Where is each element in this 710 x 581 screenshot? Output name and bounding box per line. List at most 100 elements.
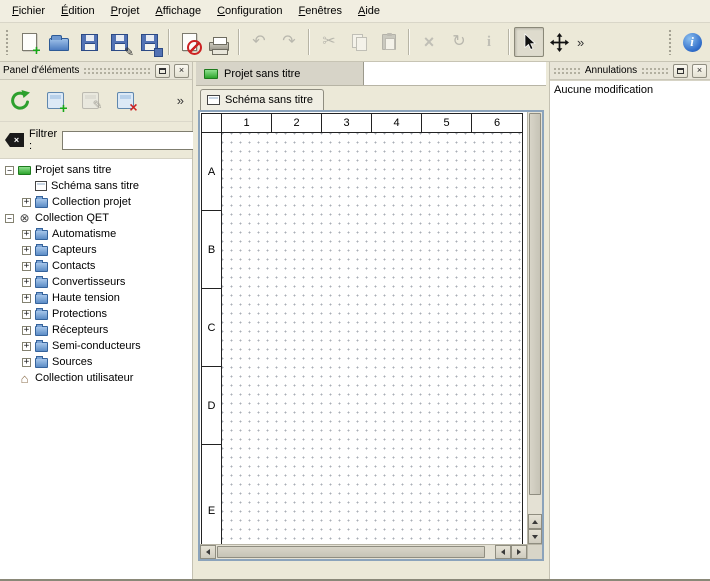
expand-icon[interactable] bbox=[22, 326, 31, 335]
menu-configuration[interactable]: Configuration bbox=[209, 1, 290, 21]
tree-item-convertisseurs[interactable]: Convertisseurs bbox=[0, 274, 192, 290]
collapse-icon[interactable] bbox=[5, 214, 14, 223]
undo-history-list[interactable]: Aucune modification bbox=[550, 80, 710, 579]
schema-tabbar: Schéma sans titre bbox=[198, 88, 544, 110]
row-header-b: B bbox=[202, 211, 222, 289]
expand-icon[interactable] bbox=[22, 310, 31, 319]
tree-item-collection-qet[interactable]: Collection QET bbox=[0, 210, 192, 226]
tree-item-collection-utilisateur[interactable]: Collection utilisateur bbox=[0, 370, 192, 386]
save-all-button[interactable] bbox=[134, 27, 164, 57]
row-header-d: D bbox=[202, 367, 222, 445]
undo-panel-titlebar[interactable]: Annulations × bbox=[550, 62, 710, 80]
scroll-left-button-2[interactable] bbox=[495, 545, 511, 559]
expand-icon[interactable] bbox=[22, 198, 31, 207]
filter-label: Filtrer : bbox=[29, 128, 57, 152]
toolbar-drag-handle[interactable] bbox=[668, 29, 673, 55]
toolbar-overflow-button[interactable]: » bbox=[574, 35, 587, 50]
tree-item-label: Convertisseurs bbox=[52, 276, 125, 288]
tree-item-schema-sans-titre[interactable]: Schéma sans titre bbox=[0, 178, 192, 194]
new-element-button[interactable] bbox=[40, 85, 70, 117]
vertical-scroll-thumb[interactable] bbox=[529, 113, 541, 495]
home-icon bbox=[18, 372, 31, 385]
tree-item-automatisme[interactable]: Automatisme bbox=[0, 226, 192, 242]
vertical-scrollbar[interactable] bbox=[527, 112, 542, 544]
tree-item-recepteurs[interactable]: Récepteurs bbox=[0, 322, 192, 338]
element-info-button[interactable]: i bbox=[474, 27, 504, 57]
tree-item-capteurs[interactable]: Capteurs bbox=[0, 242, 192, 258]
close-panel-button[interactable]: × bbox=[692, 64, 707, 78]
collapse-icon[interactable] bbox=[5, 166, 14, 175]
expand-icon[interactable] bbox=[22, 342, 31, 351]
arrow-right-icon bbox=[517, 549, 521, 555]
select-pointer-button[interactable] bbox=[514, 27, 544, 57]
vertical-scroll-track[interactable] bbox=[528, 112, 542, 514]
filter-input[interactable] bbox=[62, 131, 212, 150]
tree-item-collection-projet[interactable]: Collection projet bbox=[0, 194, 192, 210]
horizontal-scroll-track[interactable] bbox=[216, 545, 495, 559]
expand-icon[interactable] bbox=[22, 358, 31, 367]
arrow-up-icon bbox=[532, 520, 538, 524]
clear-filter-icon: × bbox=[14, 136, 19, 145]
rotate-button[interactable]: ↻ bbox=[444, 27, 474, 57]
delete-element-button[interactable] bbox=[110, 85, 140, 117]
tree-item-label: Collection utilisateur bbox=[35, 372, 133, 384]
tree-item-sources[interactable]: Sources bbox=[0, 354, 192, 370]
expand-icon[interactable] bbox=[22, 262, 31, 271]
elements-panel-titlebar[interactable]: Panel d'éléments × bbox=[0, 62, 192, 80]
menu-aide[interactable]: Aide bbox=[350, 1, 388, 21]
save-button[interactable] bbox=[74, 27, 104, 57]
close-panel-button[interactable]: × bbox=[174, 64, 189, 78]
paste-button[interactable] bbox=[374, 27, 404, 57]
clear-filter-button[interactable]: × bbox=[5, 133, 24, 147]
float-panel-button[interactable] bbox=[673, 64, 688, 78]
tree-item-haute-tension[interactable]: Haute tension bbox=[0, 290, 192, 306]
tree-item-projet-sans-titre[interactable]: Projet sans titre bbox=[0, 162, 192, 178]
tree-item-label: Automatisme bbox=[52, 228, 116, 240]
dock-drag-handle[interactable] bbox=[83, 67, 151, 75]
project-tab[interactable]: Projet sans titre bbox=[196, 62, 364, 85]
scroll-up-button[interactable] bbox=[528, 514, 542, 529]
redo-button[interactable]: ↷ bbox=[274, 27, 304, 57]
open-project-button[interactable] bbox=[44, 27, 74, 57]
delete-button[interactable]: × bbox=[414, 27, 444, 57]
undo-button[interactable]: ↶ bbox=[244, 27, 274, 57]
print-button[interactable] bbox=[204, 27, 234, 57]
menu-projet[interactable]: Projet bbox=[103, 1, 148, 21]
tree-item-protections[interactable]: Protections bbox=[0, 306, 192, 322]
schema-viewport[interactable]: 1 2 3 4 5 6 A B C bbox=[200, 112, 527, 544]
copy-button[interactable] bbox=[344, 27, 374, 57]
toolbar-drag-handle[interactable] bbox=[5, 29, 10, 55]
move-view-button[interactable] bbox=[544, 27, 574, 57]
dock-drag-handle[interactable] bbox=[553, 67, 581, 75]
scroll-left-button[interactable] bbox=[200, 545, 216, 559]
schema-tab[interactable]: Schéma sans titre bbox=[200, 89, 324, 110]
close-file-button[interactable] bbox=[174, 27, 204, 57]
folder-icon bbox=[35, 278, 48, 288]
cut-button[interactable]: ✂ bbox=[314, 27, 344, 57]
new-document-button[interactable] bbox=[14, 27, 44, 57]
menu-affichage[interactable]: Affichage bbox=[147, 1, 209, 21]
expand-icon[interactable] bbox=[22, 294, 31, 303]
float-panel-button[interactable] bbox=[155, 64, 170, 78]
tree-item-contacts[interactable]: Contacts bbox=[0, 258, 192, 274]
save-as-button[interactable]: ✎ bbox=[104, 27, 134, 57]
tree-item-semi-conducteurs[interactable]: Semi-conducteurs bbox=[0, 338, 192, 354]
edit-element-button[interactable] bbox=[75, 85, 105, 117]
expand-icon[interactable] bbox=[22, 278, 31, 287]
drawing-grid[interactable] bbox=[222, 133, 522, 544]
menu-fichier[interactable]: Fichier bbox=[4, 1, 53, 21]
scroll-down-button[interactable] bbox=[528, 529, 542, 544]
expand-icon[interactable] bbox=[22, 246, 31, 255]
scroll-right-button[interactable] bbox=[511, 545, 527, 559]
expand-icon[interactable] bbox=[22, 230, 31, 239]
menu-fenetres[interactable]: Fenêtres bbox=[291, 1, 350, 21]
dock-drag-handle[interactable] bbox=[641, 67, 669, 75]
panel-toolbar-overflow-button[interactable]: » bbox=[174, 93, 187, 108]
menu-edition[interactable]: Édition bbox=[53, 1, 103, 21]
horizontal-scroll-thumb[interactable] bbox=[217, 546, 485, 558]
reload-collections-button[interactable] bbox=[5, 85, 35, 117]
horizontal-scrollbar[interactable] bbox=[200, 544, 527, 559]
scrollbar-corner bbox=[527, 544, 542, 559]
about-button[interactable]: i bbox=[677, 27, 707, 57]
folder-icon bbox=[35, 294, 48, 304]
